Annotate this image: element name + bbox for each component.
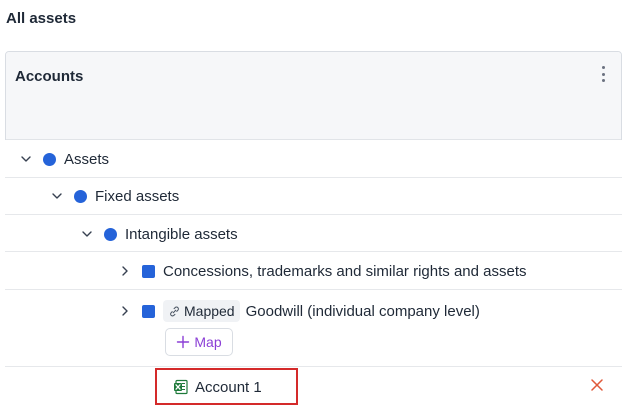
tree-label-goodwill: Goodwill (individual company level) [245,302,480,320]
concessions-color-square [142,264,155,278]
panel-header: Accounts [6,52,621,140]
plus-icon [177,335,190,349]
tree-label-assets: Assets [64,150,110,168]
map-button-label: Map [194,334,222,350]
tree-row-account[interactable]: Account 1 [5,367,622,406]
tree-row-intangible-assets[interactable]: Intangible assets [5,215,622,252]
tree-label-intangible-assets: Intangible assets [125,225,238,243]
tree-row-goodwill[interactable]: Mapped Goodwill (individual company leve… [5,290,622,367]
highlight-box [155,368,298,405]
tree-row-assets[interactable]: Assets [5,140,622,178]
close-icon[interactable] [589,377,605,393]
mapped-badge: Mapped [163,300,240,322]
chevron-down-icon[interactable] [19,152,33,166]
chevron-right-icon[interactable] [118,304,132,318]
link-icon [170,306,179,316]
panel-title: Accounts [15,68,84,85]
assets-color-dot [43,152,56,166]
chevron-down-icon[interactable] [80,227,94,241]
map-button[interactable]: Map [165,328,233,356]
fixed-assets-color-dot [74,189,87,203]
chevron-down-icon[interactable] [50,189,64,203]
page-title: All assets [6,10,77,27]
mapped-badge-label: Mapped [184,303,235,319]
goodwill-color-square [142,304,155,318]
tree-row-fixed-assets[interactable]: Fixed assets [5,178,622,215]
tree-row-concessions[interactable]: Concessions, trademarks and similar righ… [5,252,622,290]
kebab-menu-icon[interactable] [599,66,607,82]
tree-label-fixed-assets: Fixed assets [95,187,180,205]
intangible-assets-color-dot [104,227,117,241]
tree-label-concessions: Concessions, trademarks and similar righ… [163,262,527,280]
chevron-right-icon[interactable] [118,264,132,278]
